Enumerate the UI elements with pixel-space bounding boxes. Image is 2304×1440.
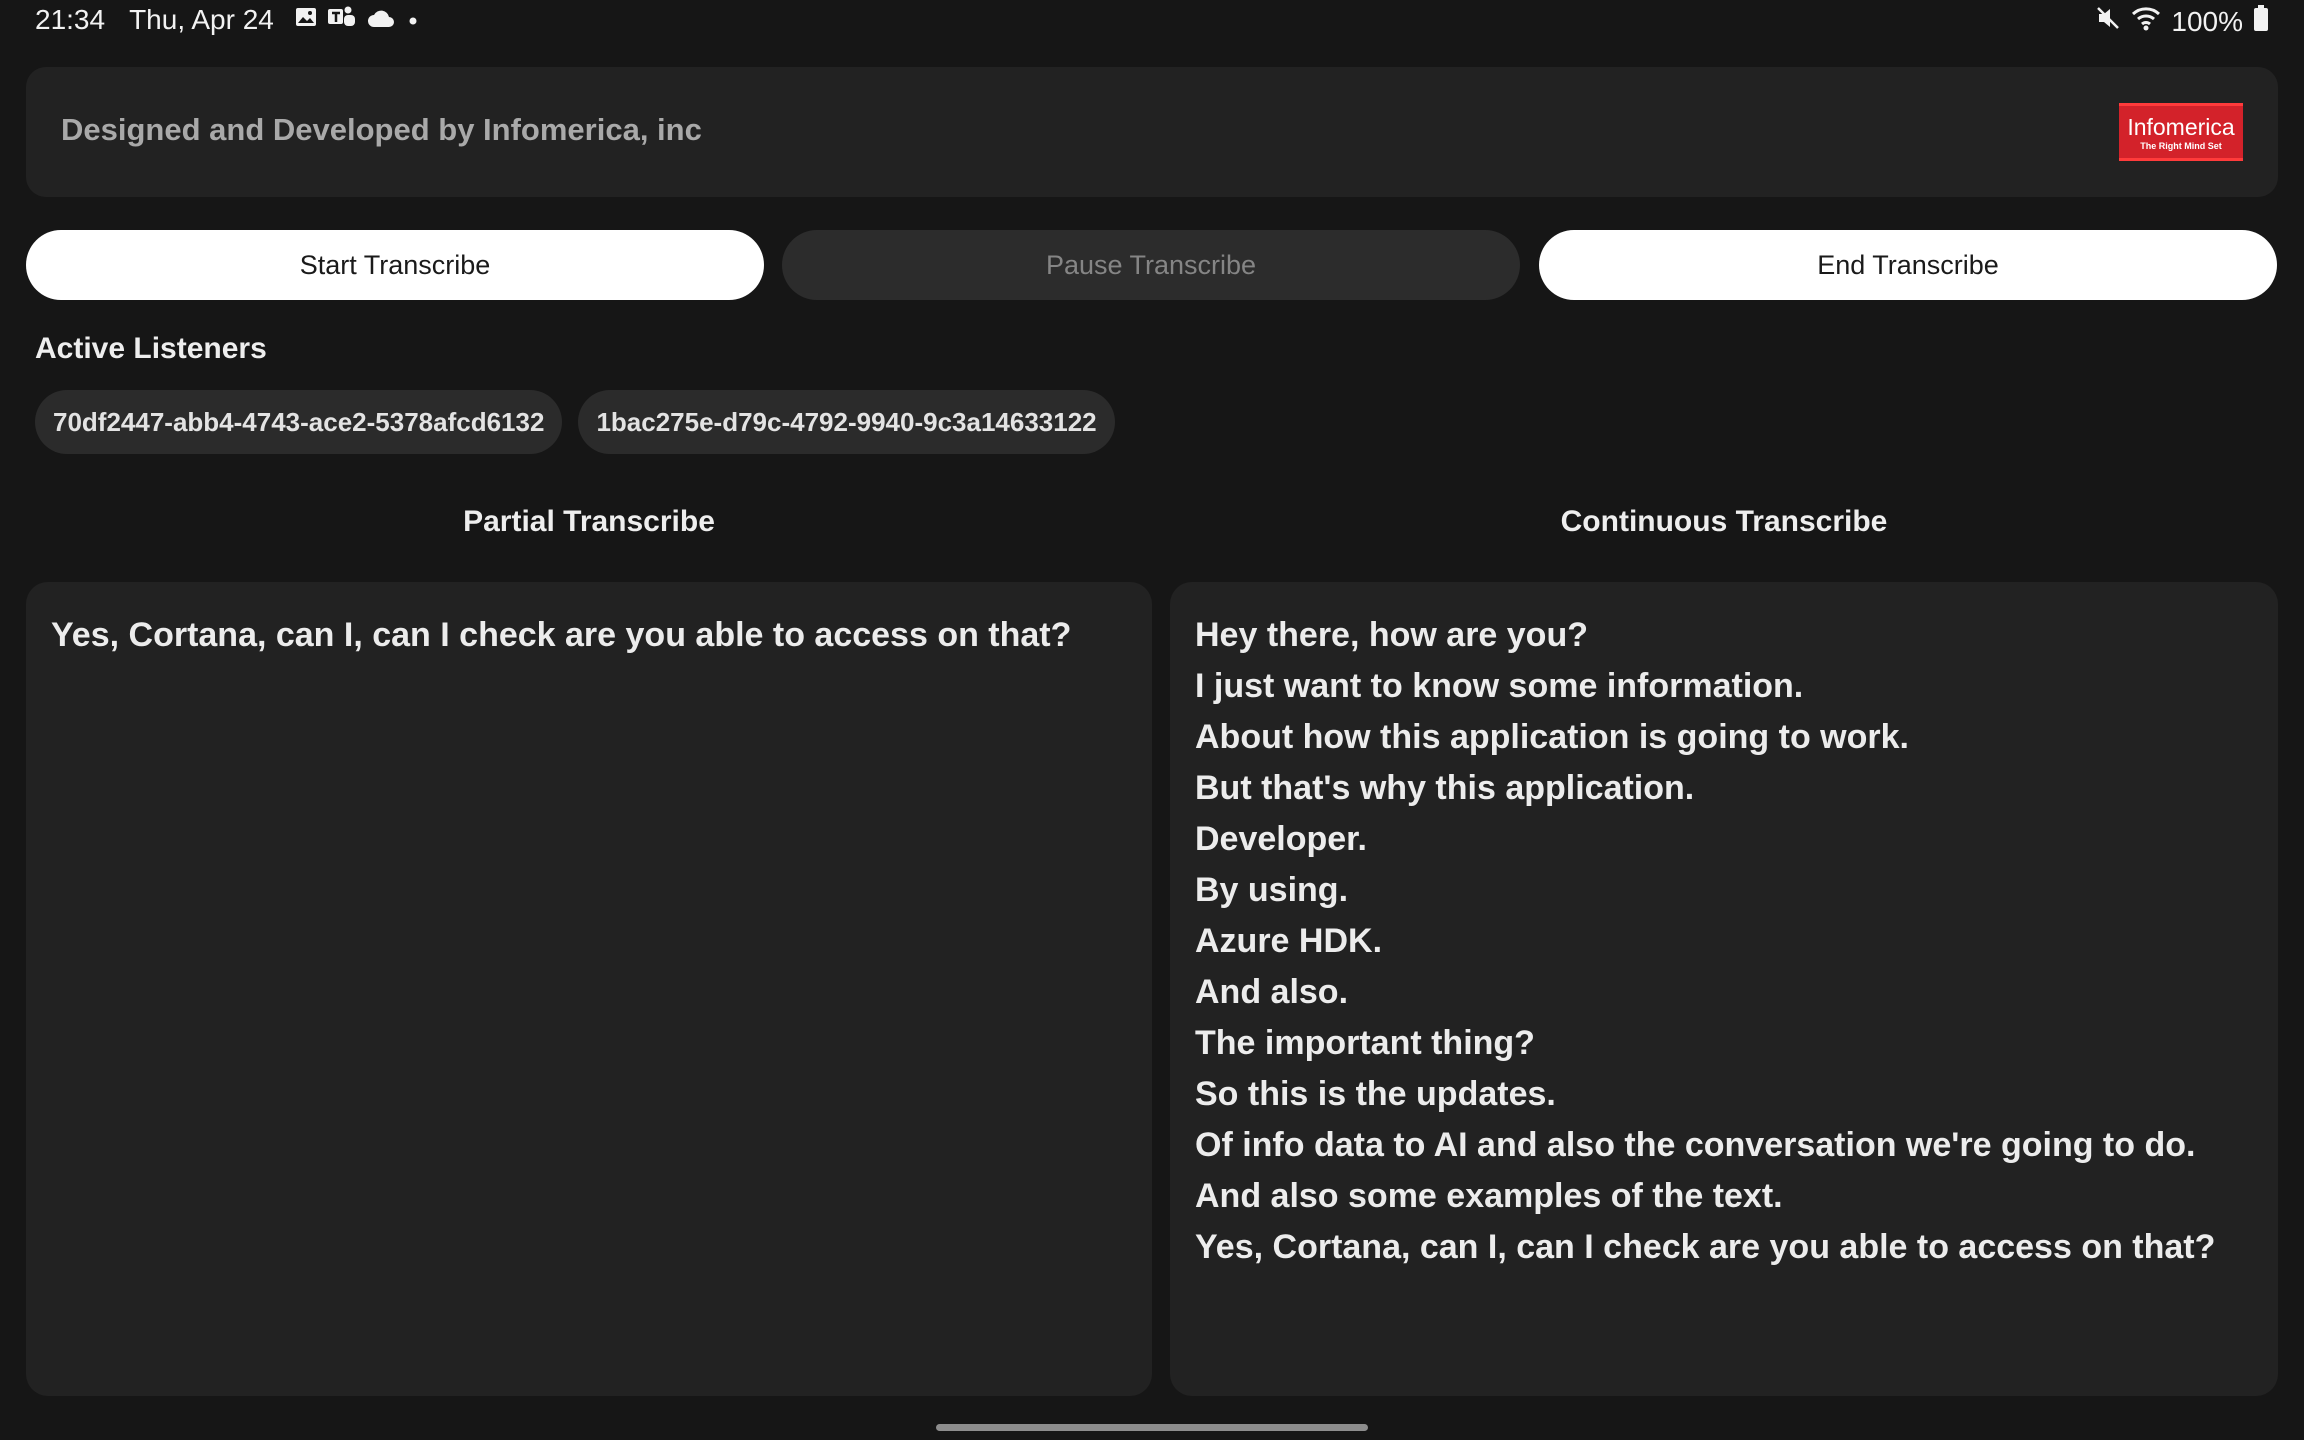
transcript-line: Developer. — [1195, 820, 1367, 858]
home-indicator[interactable] — [936, 1424, 1368, 1431]
continuous-transcribe-title: Continuous Transcribe — [1560, 505, 1888, 538]
wifi-icon — [2131, 5, 2161, 38]
status-bar: 21:34 Thu, Apr 24 100% — [0, 0, 2304, 42]
partial-transcribe-panel[interactable]: Yes, Cortana, can I, can I check are you… — [26, 582, 1152, 1396]
transcript-line: Hey there, how are you? — [1195, 616, 1588, 654]
logo-title: Infomerica — [2127, 114, 2235, 140]
partial-transcript-text: Yes, Cortana, can I, can I check are you… — [51, 616, 1072, 654]
transcript-line: I just want to know some information. — [1195, 667, 1804, 705]
listener-chip[interactable]: 70df2447-abb4-4743-ace2-5378afcd6132 — [35, 390, 563, 454]
notification-icons — [294, 4, 421, 36]
transcript-line: Yes, Cortana, can I, can I check are you… — [1195, 1228, 2216, 1266]
status-time: 21:34 — [35, 4, 106, 35]
infomerica-logo: Infomerica The Right Mind Set — [2119, 103, 2243, 161]
transcript-line: And also. — [1195, 973, 1349, 1011]
listener-chip[interactable]: 1bac275e-d79c-4792-9940-9c3a14633122 — [578, 390, 1115, 454]
pause-transcribe-button[interactable]: Pause Transcribe — [782, 230, 1520, 300]
transcript-line: About how this application is going to w… — [1195, 718, 1909, 756]
developer-credit: Designed and Developed by Infomerica, in… — [61, 112, 702, 147]
transcript-line: And also some examples of the text. — [1195, 1177, 1783, 1215]
header-card: Designed and Developed by Infomerica, in… — [26, 67, 2278, 197]
end-transcribe-button[interactable]: End Transcribe — [1539, 230, 2277, 300]
start-transcribe-button[interactable]: Start Transcribe — [26, 230, 764, 300]
mute-icon — [2095, 5, 2121, 38]
partial-transcribe-title: Partial Transcribe — [463, 505, 715, 538]
teams-icon — [327, 4, 357, 36]
logo-tagline: The Right Mind Set — [2140, 141, 2222, 151]
cloud-icon — [366, 4, 396, 36]
battery-icon — [2253, 4, 2269, 39]
continuous-transcribe-panel[interactable]: Hey there, how are you? I just want to k… — [1170, 582, 2278, 1396]
status-right: 100% — [2095, 4, 2269, 39]
status-left: 21:34 Thu, Apr 24 — [35, 4, 421, 36]
battery-percent: 100% — [2171, 5, 2243, 37]
app-root: 21:34 Thu, Apr 24 100% Designed and Deve… — [0, 0, 2304, 1440]
listener-chips: 70df2447-abb4-4743-ace2-5378afcd6132 1ba… — [35, 390, 1115, 454]
transcript-line: Azure HDK. — [1195, 922, 1383, 960]
gallery-icon — [294, 4, 318, 36]
dot-icon — [405, 4, 421, 36]
transcript-line: The important thing? — [1195, 1024, 1535, 1062]
active-listeners-title: Active Listeners — [35, 332, 267, 365]
transcript-line: So this is the updates. — [1195, 1075, 1556, 1113]
status-date: Thu, Apr 24 — [129, 4, 274, 35]
transcript-line: Of info data to AI and also the conversa… — [1195, 1126, 2196, 1164]
transcript-line: But that's why this application. — [1195, 769, 1695, 807]
transcript-line: By using. — [1195, 871, 1349, 909]
